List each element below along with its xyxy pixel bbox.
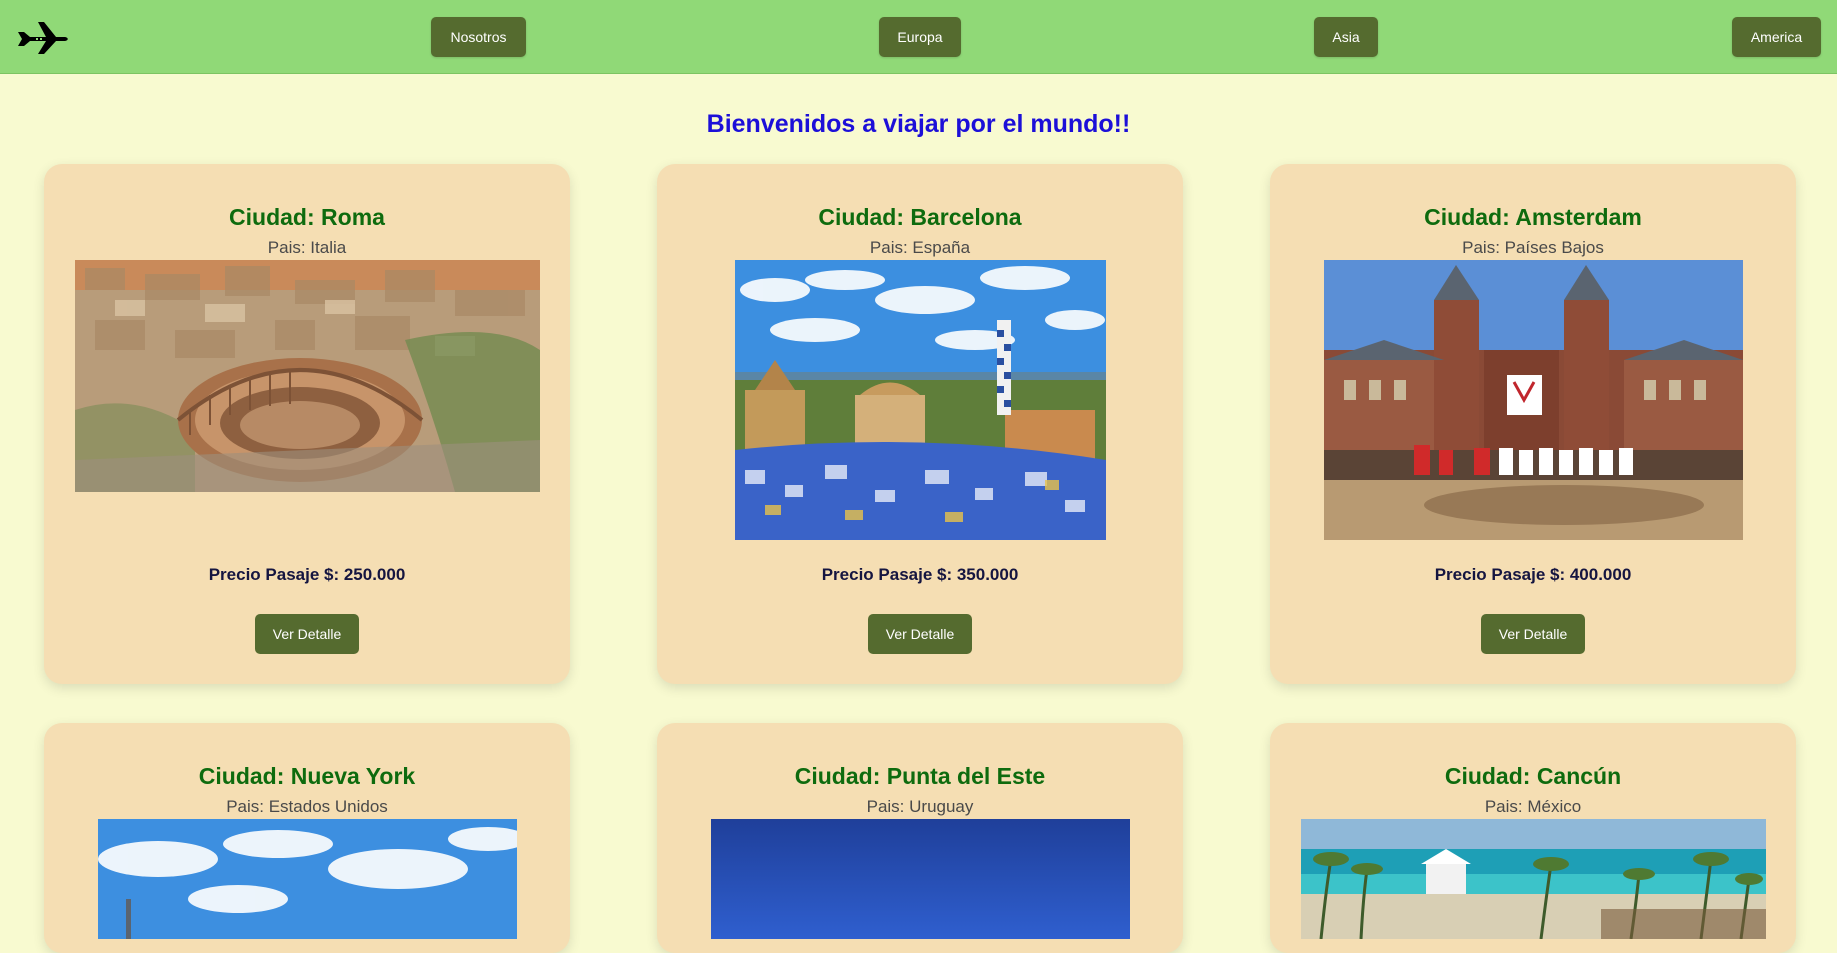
card-price: Precio Pasaje $: 400.000 bbox=[1434, 565, 1632, 584]
card-price: Precio Pasaje $: 350.000 bbox=[821, 565, 1019, 584]
card-country: Pais: Italia bbox=[267, 238, 347, 257]
park-guell-photo bbox=[735, 260, 1106, 540]
airplane-icon[interactable] bbox=[16, 18, 70, 54]
card-country: Pais: México bbox=[1484, 797, 1582, 816]
card-title: Ciudad: Cancún bbox=[1444, 763, 1622, 789]
destination-card-punta-del-este: Ciudad: Punta del Este Pais: Uruguay bbox=[657, 723, 1183, 953]
nav-nosotros-button[interactable]: Nosotros bbox=[431, 17, 526, 57]
ver-detalle-button[interactable]: Ver Detalle bbox=[868, 614, 972, 654]
destination-card-amsterdam: Ciudad: Amsterdam Pais: Países Bajos Pre… bbox=[1270, 164, 1796, 684]
ver-detalle-button[interactable]: Ver Detalle bbox=[1481, 614, 1585, 654]
card-price: Precio Pasaje $: 250.000 bbox=[208, 565, 406, 584]
card-country: Pais: Estados Unidos bbox=[226, 797, 388, 816]
cancun-beach-photo bbox=[1301, 819, 1766, 939]
rijksmuseum-photo bbox=[1324, 260, 1743, 540]
nav-america-button[interactable]: America bbox=[1732, 17, 1821, 57]
card-title: Ciudad: Amsterdam bbox=[1424, 204, 1642, 230]
colosseum-photo bbox=[75, 260, 540, 492]
nav-europa-button[interactable]: Europa bbox=[879, 17, 961, 57]
card-title: Ciudad: Nueva York bbox=[198, 763, 416, 789]
card-country: Pais: España bbox=[869, 238, 971, 257]
card-country: Pais: Uruguay bbox=[866, 797, 974, 816]
welcome-heading: Bienvenidos a viajar por el mundo!! bbox=[706, 110, 1131, 138]
destination-card-barcelona: Ciudad: Barcelona Pais: España Precio Pa… bbox=[657, 164, 1183, 684]
card-title: Ciudad: Punta del Este bbox=[794, 763, 1046, 789]
destination-card-cancun: Ciudad: Cancún Pais: México bbox=[1270, 723, 1796, 953]
top-navbar: Nosotros Europa Asia America bbox=[0, 0, 1837, 74]
card-country: Pais: Países Bajos bbox=[1462, 238, 1604, 257]
card-title: Ciudad: Roma bbox=[229, 204, 385, 230]
punta-del-este-sky-photo bbox=[711, 819, 1130, 939]
ver-detalle-button[interactable]: Ver Detalle bbox=[255, 614, 359, 654]
new-york-sky-photo bbox=[98, 819, 517, 939]
destination-card-roma: Ciudad: Roma Pais: Italia Precio Pasaje … bbox=[44, 164, 570, 684]
nav-asia-button[interactable]: Asia bbox=[1314, 17, 1378, 57]
destination-card-nueva-york: Ciudad: Nueva York Pais: Estados Unidos bbox=[44, 723, 570, 953]
card-title: Ciudad: Barcelona bbox=[818, 204, 1022, 230]
